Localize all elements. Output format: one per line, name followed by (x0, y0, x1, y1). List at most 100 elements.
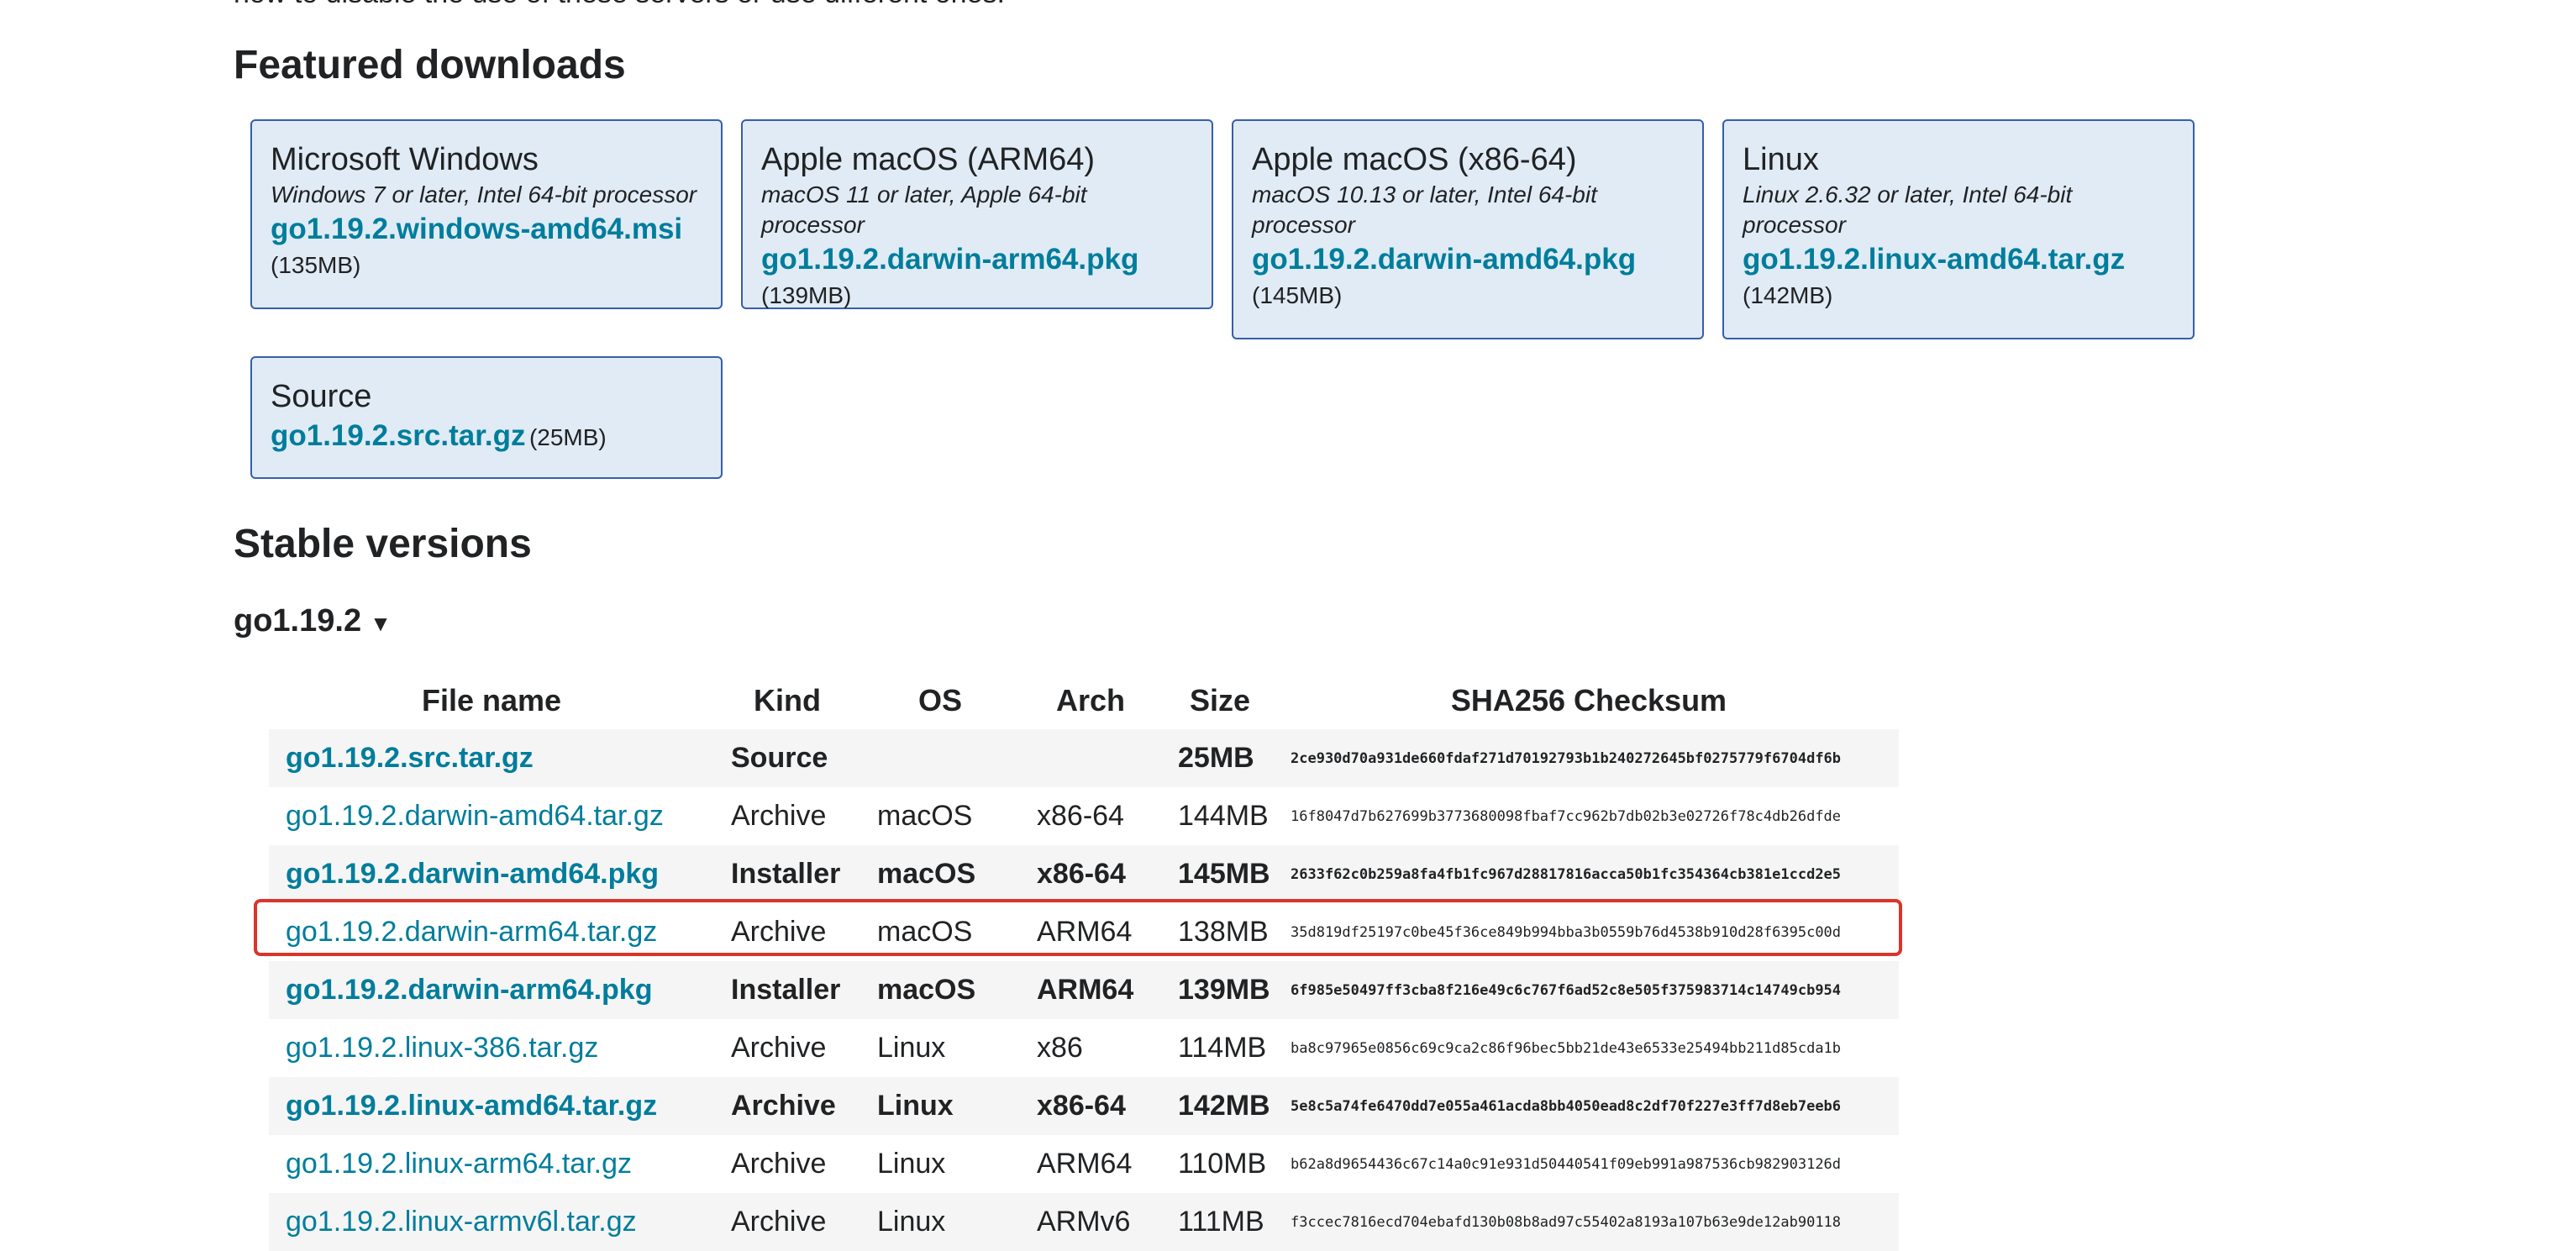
arch-cell: x86-64 (1020, 845, 1161, 903)
card-title: Source (271, 379, 372, 414)
arch-cell: x86 (1037, 1032, 1083, 1064)
checksum-cell: 2633f62c0b259a8fa4fb1fc967d28817816acca5… (1279, 845, 1899, 903)
os-cell: Linux (877, 1148, 946, 1180)
version-label: go1.19.2 (234, 603, 362, 639)
file-name-cell: go1.19.2.darwin-arm64.pkg (269, 961, 714, 1019)
kind-cell: Installer (714, 845, 860, 903)
file-name-cell: go1.19.2.src.tar.gz (269, 729, 714, 787)
card-size: (142MB) (1743, 282, 1833, 308)
column-header-os: OS (917, 683, 962, 717)
file-download-link[interactable]: go1.19.2.linux-armv6l.tar.gz (286, 1206, 637, 1238)
download-link-darwin-amd64-pkg[interactable]: go1.19.2.darwin-amd64.pkg (1252, 240, 1684, 279)
card-title: Linux (1743, 142, 1819, 177)
card-platform: Windows 7 or later, Intel 64-bit process… (271, 181, 697, 208)
download-link-src-tar[interactable]: go1.19.2.src.tar.gz (271, 419, 525, 452)
downloads-table: File name Kind OS Arch Size SHA256 Check… (269, 672, 1899, 1251)
arch-cell: ARMv6 (1020, 1193, 1161, 1251)
checksum-cell: 35d819df25197c0be45f36ce849b994bba3b0559… (1291, 923, 1842, 941)
table-row: go1.19.2.darwin-amd64.tar.gz Archive mac… (269, 787, 1899, 845)
size-cell: 142MB (1161, 1077, 1279, 1135)
card-size: (145MB) (1252, 282, 1343, 308)
os-cell: Linux (877, 1032, 946, 1064)
download-link-darwin-arm64-pkg[interactable]: go1.19.2.darwin-arm64.pkg (761, 240, 1193, 279)
download-link-linux-amd64-tar[interactable]: go1.19.2.linux-amd64.tar.gz (1743, 240, 2174, 279)
size-cell: 25MB (1161, 729, 1279, 787)
file-download-link[interactable]: go1.19.2.darwin-arm64.tar.gz (286, 916, 657, 948)
card-platform: macOS 10.13 or later, Intel 64-bit proce… (1252, 181, 1597, 238)
download-link-windows-msi[interactable]: go1.19.2.windows-amd64.msi (271, 210, 702, 249)
kind-cell: Archive (731, 916, 827, 948)
file-download-link[interactable]: go1.19.2.linux-arm64.tar.gz (286, 1148, 632, 1180)
arch-cell: ARM64 (1037, 916, 1133, 948)
kind-cell: Source (714, 729, 860, 787)
file-name-cell: go1.19.2.linux-arm64.tar.gz (269, 1135, 714, 1193)
kind-cell: Archive (714, 1077, 860, 1135)
file-name-cell: go1.19.2.linux-amd64.tar.gz (269, 1077, 714, 1135)
file-download-link[interactable]: go1.19.2.linux-amd64.tar.gz (286, 1090, 657, 1122)
card-size: (25MB) (528, 424, 607, 450)
file-download-link[interactable]: go1.19.2.darwin-arm64.pkg (286, 974, 653, 1006)
stable-versions-heading: Stable versions (234, 522, 532, 566)
os-cell: macOS (860, 845, 1020, 903)
checksum-cell: b62a8d9654436c67c14a0c91e931d50440541f09… (1291, 1155, 1842, 1173)
column-header-arch: Arch (1055, 683, 1126, 717)
featured-card-windows[interactable]: Microsoft Windows Windows 7 or later, In… (250, 119, 723, 309)
size-cell: 111MB (1161, 1193, 1279, 1251)
size-cell: 139MB (1161, 961, 1279, 1019)
featured-card-macos-x86-64[interactable]: Apple macOS (x86-64) macOS 10.13 or late… (1232, 119, 1704, 339)
column-header-size: Size (1189, 683, 1251, 717)
file-name-cell: go1.19.2.darwin-amd64.tar.gz (269, 787, 714, 845)
size-cell: 114MB (1178, 1032, 1267, 1064)
table-row: go1.19.2.darwin-amd64.pkg Installer macO… (269, 845, 1899, 903)
file-download-link[interactable]: go1.19.2.darwin-amd64.pkg (286, 858, 659, 890)
file-download-link[interactable]: go1.19.2.linux-386.tar.gz (286, 1032, 598, 1064)
card-size: (139MB) (761, 282, 852, 308)
kind-cell: Archive (731, 800, 827, 832)
checksum-cell: 5e8c5a74fe6470dd7e055a461acda8bb4050ead8… (1279, 1077, 1899, 1135)
file-download-link[interactable]: go1.19.2.darwin-amd64.tar.gz (286, 800, 664, 832)
table-row: go1.19.2.linux-armv6l.tar.gz Archive Lin… (269, 1193, 1899, 1251)
table-row: go1.19.2.linux-386.tar.gz Archive Linux … (269, 1019, 1899, 1077)
arch-cell: ARM64 (1037, 1148, 1133, 1180)
featured-downloads-heading: Featured downloads (234, 43, 626, 87)
disclosure-triangle-icon: ▼ (370, 611, 392, 636)
featured-card-macos-arm64[interactable]: Apple macOS (ARM64) macOS 11 or later, A… (741, 119, 1213, 309)
card-size: (135MB) (271, 252, 361, 278)
size-cell: 145MB (1161, 845, 1279, 903)
column-header-kind: Kind (754, 683, 821, 717)
table-row-selected: go1.19.2.darwin-arm64.tar.gz Archive mac… (269, 903, 1899, 961)
file-download-link[interactable]: go1.19.2.src.tar.gz (286, 742, 534, 774)
checksum-cell: 16f8047d7b627699b3773680098fbaf7cc962b7d… (1291, 807, 1842, 825)
kind-cell: Archive (731, 1148, 827, 1180)
intro-paragraph: now to disable the use of these servers … (234, 0, 1005, 12)
version-toggle-go1-19-2[interactable]: go1.19.2 ▼ (234, 603, 392, 639)
arch-cell: ARM64 (1020, 961, 1161, 1019)
card-title: Apple macOS (x86-64) (1252, 142, 1577, 177)
os-cell: macOS (877, 800, 973, 832)
table-row: go1.19.2.linux-amd64.tar.gz Archive Linu… (269, 1077, 1899, 1135)
kind-cell: Installer (714, 961, 860, 1019)
column-header-checksum: SHA256 Checksum (1450, 683, 1727, 717)
arch-cell: x86-64 (1020, 1077, 1161, 1135)
featured-card-linux[interactable]: Linux Linux 2.6.32 or later, Intel 64-bi… (1722, 119, 2195, 339)
checksum-cell: 6f985e50497ff3cba8f216e49c6c767f6ad52c8e… (1279, 961, 1899, 1019)
table-row: go1.19.2.src.tar.gz Source 25MB 2ce930d7… (269, 729, 1899, 787)
file-name-cell: go1.19.2.linux-armv6l.tar.gz (269, 1193, 714, 1251)
size-cell: 138MB (1178, 916, 1269, 948)
arch-cell (1020, 729, 1161, 787)
table-row: go1.19.2.linux-arm64.tar.gz Archive Linu… (269, 1135, 1899, 1193)
os-cell: macOS (877, 916, 973, 948)
os-cell: macOS (860, 961, 1020, 1019)
checksum-cell: ba8c97965e0856c69c9ca2c86f96bec5bb21de43… (1291, 1039, 1842, 1057)
card-title: Microsoft Windows (271, 142, 539, 177)
size-cell: 110MB (1178, 1148, 1267, 1180)
table-header-row: File name Kind OS Arch Size SHA256 Check… (269, 672, 1899, 729)
checksum-cell: 2ce930d70a931de660fdaf271d70192793b1b240… (1279, 729, 1899, 787)
file-name-cell: go1.19.2.darwin-arm64.tar.gz (269, 903, 714, 961)
column-header-file-name: File name (421, 683, 562, 717)
featured-card-source[interactable]: Source go1.19.2.src.tar.gz (25MB) (250, 356, 723, 479)
kind-cell: Archive (731, 1032, 827, 1064)
checksum-cell: f3ccec7816ecd704ebafd130b08b8ad97c55402a… (1279, 1193, 1899, 1251)
kind-cell: Archive (714, 1193, 860, 1251)
arch-cell: x86-64 (1037, 800, 1124, 832)
